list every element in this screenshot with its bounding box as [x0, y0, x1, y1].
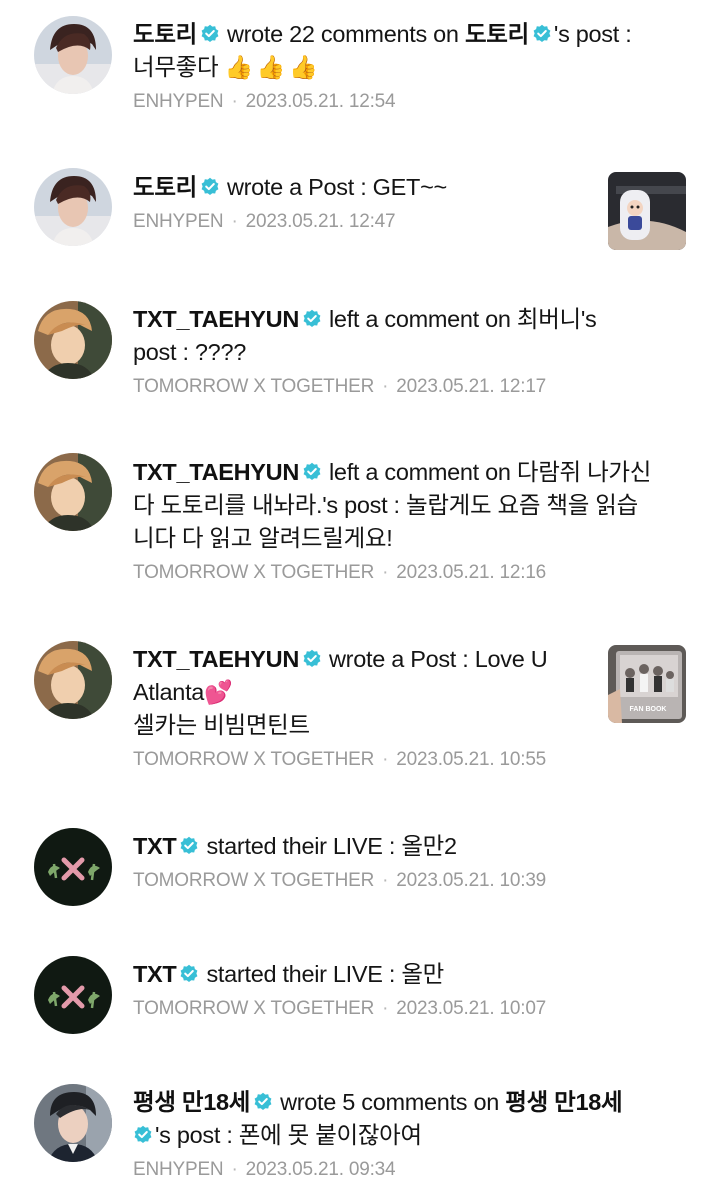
action-suffix: 's post : 폰에 못 붙이잖아여 — [155, 1122, 422, 1148]
author-name[interactable]: TXT — [133, 961, 177, 987]
thumbs-up-icon: 👍 — [224, 54, 254, 80]
meta-line: TOMORROW X TOGETHER · 2023.05.21. 12:16 — [133, 560, 680, 586]
meta-line: TOMORROW X TOGETHER · 2023.05.21. 10:07 — [133, 996, 680, 1022]
meta-line: TOMORROW X TOGETHER · 2023.05.21. 10:39 — [133, 868, 680, 894]
verified-check-icon — [532, 24, 552, 44]
verified-check-icon — [179, 836, 199, 856]
verified-check-icon — [302, 462, 322, 482]
verified-check-icon — [302, 649, 322, 669]
author-name[interactable]: 평생 만18세 — [133, 1089, 250, 1115]
group-name: ENHYPEN — [133, 211, 224, 232]
avatar[interactable] — [34, 828, 112, 906]
thumbnail-caption: FAN BOOK — [630, 706, 667, 713]
separator-dot: · — [231, 1159, 238, 1180]
timestamp: 2023.05.21. 10:07 — [396, 998, 547, 1019]
avatar[interactable] — [34, 453, 112, 531]
meta-line: TOMORROW X TOGETHER · 2023.05.21. 12:17 — [133, 374, 680, 400]
action-text-cont: 다 도토리를 내놔라.'s post : 놀랍게도 요즘 책을 읽습 — [133, 492, 638, 518]
timestamp: 2023.05.21. 12:16 — [396, 562, 547, 583]
timestamp: 2023.05.21. 10:55 — [396, 749, 547, 770]
author-name[interactable]: TXT_TAEHYUN — [133, 459, 299, 485]
action-text: started their LIVE : 올만2 — [206, 833, 457, 859]
meta-line: ENHYPEN · 2023.05.21. 12:54 — [133, 89, 680, 115]
action-text-cont: post : ???? — [133, 339, 246, 365]
meta-line: ENHYPEN · 2023.05.21. 12:47 — [133, 209, 600, 235]
avatar[interactable] — [34, 1084, 112, 1162]
meta-line: TOMORROW X TOGETHER · 2023.05.21. 10:55 — [133, 747, 600, 773]
thumbs-up-icon: 👍 — [289, 54, 318, 80]
separator-dot: · — [382, 749, 389, 770]
group-name: TOMORROW X TOGETHER — [133, 376, 375, 397]
avatar[interactable] — [34, 301, 112, 379]
separator-dot: · — [382, 562, 389, 583]
timestamp: 2023.05.21. 09:34 — [245, 1159, 396, 1180]
action-text: wrote 5 comments on — [280, 1089, 500, 1115]
separator-dot: · — [231, 211, 238, 232]
action-text: wrote 22 comments on — [226, 21, 459, 47]
thumbs-up-icon: 👍 — [256, 54, 286, 80]
separator-dot: · — [382, 998, 389, 1019]
meta-line: ENHYPEN · 2023.05.21. 09:34 — [133, 1157, 680, 1183]
action-text: left a comment on 최버니's — [329, 306, 597, 332]
separator-dot: · — [382, 376, 389, 397]
hearts-icon: 💕 — [204, 679, 233, 705]
separator-dot: · — [382, 870, 389, 891]
action-text: left a comment on 다람쥐 나가신 — [329, 459, 652, 485]
post-thumbnail[interactable] — [608, 172, 686, 250]
timestamp: 2023.05.21. 12:54 — [245, 91, 396, 112]
action-text-cont: Atlanta — [133, 679, 205, 705]
group-name: TOMORROW X TOGETHER — [133, 749, 375, 770]
group-name: ENHYPEN — [133, 91, 224, 112]
author-name[interactable]: TXT_TAEHYUN — [133, 306, 299, 332]
action-text: started their LIVE : 올만 — [206, 961, 444, 987]
verified-check-icon — [200, 24, 220, 44]
action-text-cont: 니다 다 읽고 알려드릴게요! — [133, 525, 393, 551]
avatar[interactable] — [34, 956, 112, 1034]
verified-check-icon — [133, 1125, 153, 1145]
separator-dot: · — [231, 91, 238, 112]
action-text: wrote a Post : GET~~ — [226, 174, 447, 200]
timestamp: 2023.05.21. 12:17 — [396, 376, 547, 397]
author-name[interactable]: TXT_TAEHYUN — [133, 646, 299, 672]
action-text: wrote a Post : Love U — [329, 646, 548, 672]
group-name: TOMORROW X TOGETHER — [133, 870, 375, 891]
timestamp: 2023.05.21. 12:47 — [245, 211, 396, 232]
timestamp: 2023.05.21. 10:39 — [396, 870, 547, 891]
action-suffix: 's post : — [553, 21, 632, 47]
target-name[interactable]: 도토리 — [465, 21, 529, 47]
post-text: 셀카는 비빔면틴트 — [133, 712, 310, 738]
verified-check-icon — [253, 1092, 273, 1112]
post-thumbnail[interactable]: FAN BOOK — [608, 645, 686, 723]
target-name[interactable]: 평생 만18세 — [505, 1089, 622, 1115]
author-name[interactable]: 도토리 — [133, 21, 197, 47]
verified-check-icon — [302, 309, 322, 329]
avatar[interactable] — [34, 16, 112, 94]
notification-feed: 도토리 wrote 22 comments on 도토리's post : 너무좋… — [0, 0, 720, 1199]
comment-text: 너무좋다 — [133, 54, 219, 80]
avatar[interactable] — [34, 168, 112, 246]
avatar[interactable] — [34, 641, 112, 719]
group-name: TOMORROW X TOGETHER — [133, 562, 375, 583]
group-name: TOMORROW X TOGETHER — [133, 998, 375, 1019]
verified-check-icon — [179, 964, 199, 984]
group-name: ENHYPEN — [133, 1159, 224, 1180]
verified-check-icon — [200, 177, 220, 197]
author-name[interactable]: 도토리 — [133, 174, 197, 200]
author-name[interactable]: TXT — [133, 833, 177, 859]
